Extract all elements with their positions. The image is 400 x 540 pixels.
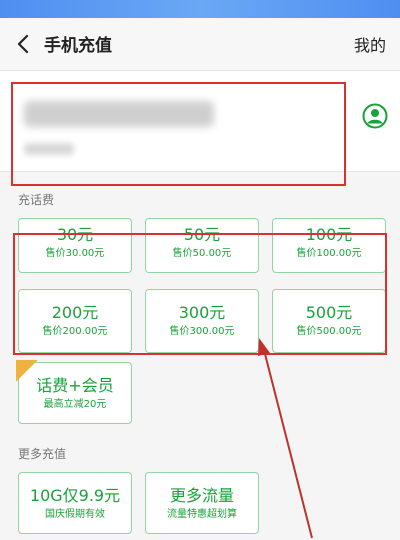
topup-card-100[interactable]: 100元 售价100.00元	[272, 218, 386, 273]
page-title: 手机充值	[44, 36, 112, 56]
topup-amount: 30元	[56, 225, 94, 244]
topup-amount: 100元	[305, 225, 353, 244]
my-account-link[interactable]: 我的	[354, 32, 386, 56]
more-data-card[interactable]: 更多流量 流量特惠超划算	[145, 472, 259, 534]
topup-amount: 50元	[183, 225, 221, 244]
promo-corner-badge	[16, 360, 38, 382]
topup-price: 售价300.00元	[169, 326, 235, 337]
chevron-left-icon[interactable]	[12, 32, 36, 56]
section-label-topup: 充话费	[18, 193, 55, 207]
topup-card-200[interactable]: 200元 售价200.00元	[18, 289, 132, 353]
status-bar	[0, 0, 400, 18]
contact-person-icon[interactable]	[362, 103, 388, 129]
phone-number-blurred	[24, 101, 214, 127]
nav-bar: 手机充值 我的	[0, 18, 400, 71]
topup-price: 售价200.00元	[42, 326, 108, 337]
topup-price: 售价100.00元	[296, 248, 362, 259]
topup-card-50[interactable]: 50元 售价50.00元	[145, 218, 259, 273]
phone-number-panel[interactable]	[0, 71, 400, 172]
topup-price: 售价50.00元	[172, 248, 232, 259]
more-data-title: 更多流量	[169, 486, 234, 505]
topup-amount: 200元	[51, 303, 99, 322]
topup-amount: 300元	[178, 303, 226, 322]
carrier-info-blurred	[24, 143, 74, 155]
topup-price: 售价500.00元	[296, 326, 362, 337]
topup-amount: 500元	[305, 303, 353, 322]
data-10g-title: 10G仅9.9元	[29, 486, 121, 505]
topup-card-300[interactable]: 300元 售价300.00元	[145, 289, 259, 353]
topup-price: 售价30.00元	[45, 248, 105, 259]
data-10g-card[interactable]: 10G仅9.9元 国庆假期有效	[18, 472, 132, 534]
section-label-more: 更多充值	[18, 447, 67, 461]
data-10g-sub: 国庆假期有效	[45, 509, 105, 520]
member-bundle-sub: 最高立减20元	[43, 399, 107, 410]
more-data-sub: 流量特惠超划算	[167, 509, 237, 520]
topup-card-500[interactable]: 500元 售价500.00元	[272, 289, 386, 353]
topup-card-30[interactable]: 30元 售价30.00元	[18, 218, 132, 273]
